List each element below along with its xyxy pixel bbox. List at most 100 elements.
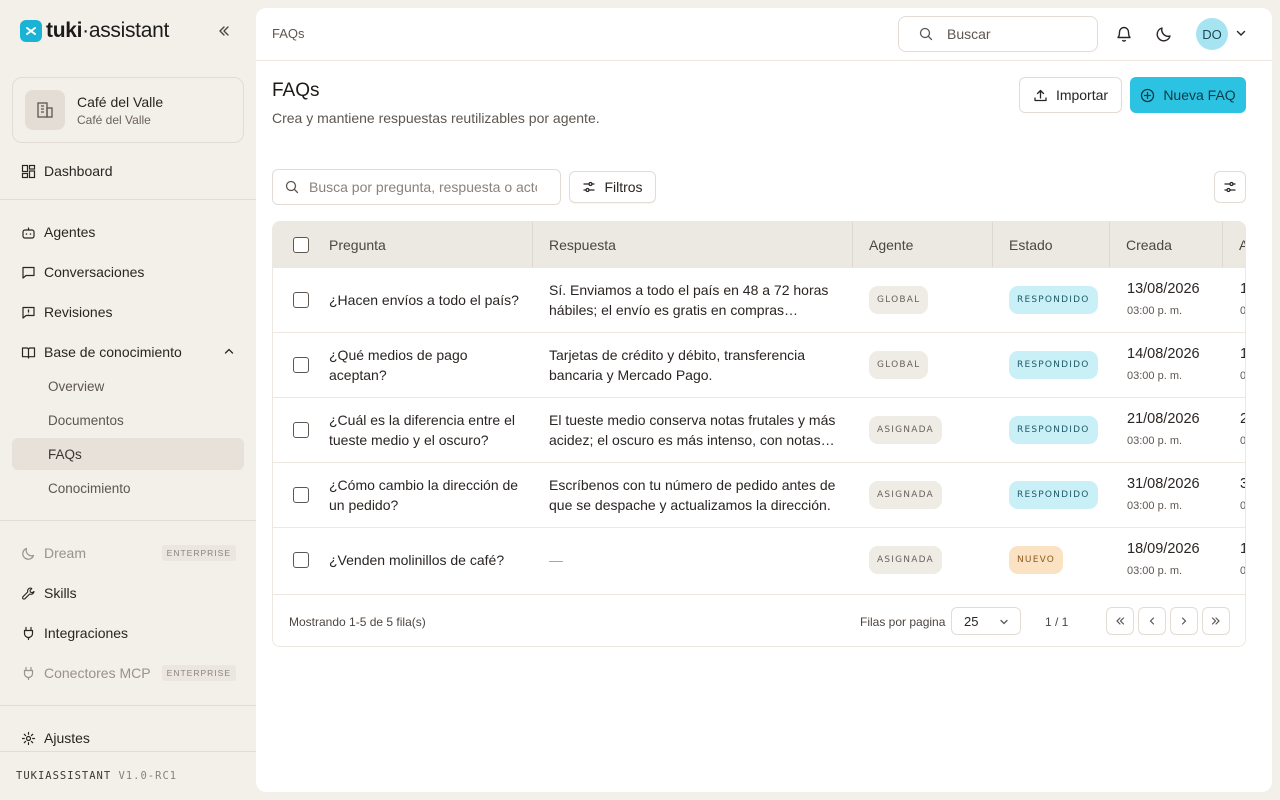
nav-kb-overview[interactable]: Overview: [12, 370, 244, 402]
breadcrumb[interactable]: FAQs: [272, 26, 305, 41]
nav-conversations[interactable]: Conversaciones: [12, 256, 244, 288]
plus-circle-icon: [1141, 88, 1155, 102]
table-row[interactable]: ¿Cuál es la diferencia entre el tueste m…: [273, 397, 1245, 462]
nav-knowledge-base[interactable]: Base de conocimiento: [12, 336, 244, 368]
column-header-created[interactable]: Creada: [1110, 222, 1223, 267]
nav-kb-documents[interactable]: Documentos: [12, 404, 244, 436]
nav-dashboard-label: Dashboard: [44, 163, 113, 179]
agent-badge: GLOBAL: [869, 286, 929, 314]
top-bar: FAQs Buscar DO: [256, 8, 1272, 61]
bell-icon: [1117, 26, 1131, 42]
column-header-agent[interactable]: Agente: [853, 222, 993, 267]
gear-icon: [20, 730, 36, 746]
page-indicator: 1 / 1: [1045, 615, 1069, 629]
row-checkbox[interactable]: [293, 552, 309, 568]
notifications-button[interactable]: [1114, 24, 1134, 44]
brand-name: tuki·assistant: [46, 19, 170, 42]
created-cell: 21/08/2026 03:00 p. m.: [1127, 411, 1200, 447]
status-badge: RESPONDIDO: [1009, 416, 1098, 444]
column-header-answer[interactable]: Respuesta: [533, 222, 853, 267]
rows-per-page-select[interactable]: 25: [951, 607, 1021, 635]
nav-mcp-connectors[interactable]: Conectores MCP ENTERPRISE: [12, 657, 244, 689]
table-row[interactable]: ¿Venden molinillos de café? — ASIGNADA NUEV…: [273, 527, 1245, 592]
first-page-button[interactable]: [1106, 607, 1134, 635]
answer-cell: Escríbenos con tu número de pedido antes…: [549, 477, 836, 513]
nav-conversations-label: Conversaciones: [44, 264, 145, 280]
agent-badge: ASIGNADA: [869, 481, 942, 509]
brand-logo[interactable]: tuki·assistant: [20, 19, 169, 43]
rows-count: Mostrando 1-5 de 5 fila(s): [289, 615, 426, 629]
column-header-status[interactable]: Estado: [993, 222, 1110, 267]
faq-search: [272, 169, 561, 205]
agent-cell: ASIGNADA: [869, 528, 942, 592]
search-icon: [285, 180, 299, 194]
page-title: FAQs: [272, 80, 320, 101]
nav-integrations[interactable]: Integraciones: [12, 617, 244, 649]
nav-dream[interactable]: Dream ENTERPRISE: [12, 537, 244, 569]
status-badge: RESPONDIDO: [1009, 286, 1098, 314]
table-header: Pregunta Respuesta Agente Estado Creada …: [273, 222, 1245, 267]
plug-icon: [20, 665, 36, 681]
chevron-down-icon[interactable]: [1234, 26, 1248, 43]
answer-cell: Tarjetas de crédito y débito, transferen…: [549, 347, 806, 383]
row-checkbox[interactable]: [293, 487, 309, 503]
sidebar-divider: [0, 199, 256, 200]
table-row[interactable]: ¿Cómo cambio la dirección de un pedido? E…: [273, 462, 1245, 527]
nav-agents-label: Agentes: [44, 224, 96, 240]
question-cell: ¿Cuál es la diferencia entre el tueste m…: [329, 412, 515, 448]
faq-search-input[interactable]: [309, 179, 537, 195]
sliders-icon: [1224, 181, 1236, 193]
last-page-button[interactable]: [1202, 607, 1230, 635]
new-faq-button[interactable]: Nueva FAQ: [1130, 77, 1246, 113]
status-cell: RESPONDIDO: [1009, 333, 1098, 397]
moon-icon: [1156, 27, 1171, 42]
table-row[interactable]: ¿Qué medios de pago aceptan? Tarjetas de …: [273, 332, 1245, 397]
global-search[interactable]: Buscar: [898, 16, 1098, 52]
answer-cell: —: [549, 552, 563, 568]
column-header-question[interactable]: Pregunta: [273, 222, 533, 267]
theme-toggle-button[interactable]: [1154, 24, 1174, 44]
message-alert-icon: [20, 304, 36, 320]
nav-knowledge-base-label: Base de conocimiento: [44, 344, 182, 360]
question-cell: ¿Hacen envíos a todo el país?: [329, 292, 519, 308]
table-row[interactable]: ¿Hacen envíos a todo el país? Sí. Enviamo…: [273, 267, 1245, 332]
upload-icon: [1034, 89, 1047, 101]
brand-logo-icon: [20, 20, 42, 42]
table-footer: Mostrando 1-5 de 5 fila(s) Filas por pag…: [273, 594, 1245, 646]
status-cell: RESPONDIDO: [1009, 398, 1098, 462]
faq-table: Pregunta Respuesta Agente Estado Creada …: [272, 221, 1246, 647]
next-page-button[interactable]: [1170, 607, 1198, 635]
nav-skills[interactable]: Skills: [12, 577, 244, 609]
enterprise-badge: ENTERPRISE: [161, 665, 236, 681]
chevron-down-icon: [998, 616, 1010, 631]
previous-page-button[interactable]: [1138, 607, 1166, 635]
row-checkbox[interactable]: [293, 357, 309, 373]
status-badge: RESPONDIDO: [1009, 351, 1098, 379]
nav-integrations-label: Integraciones: [44, 625, 129, 641]
row-checkbox[interactable]: [293, 292, 309, 308]
chevron-left-icon: [1149, 617, 1155, 625]
question-cell: ¿Cómo cambio la dirección de un pedido?: [329, 477, 519, 513]
nav-mcp-label: Conectores MCP: [44, 665, 151, 681]
nav-agents[interactable]: Agentes: [12, 216, 244, 248]
column-settings-button[interactable]: [1214, 171, 1246, 203]
nav-dashboard[interactable]: Dashboard: [12, 155, 244, 187]
agent-badge: GLOBAL: [869, 351, 929, 379]
nav-reviews[interactable]: Revisiones: [12, 296, 244, 328]
answer-cell: Sí. Enviamos a todo el país en 48 a 72 h…: [549, 282, 829, 318]
nav-settings-label: Ajustes: [44, 730, 90, 746]
nav-settings[interactable]: Ajustes: [12, 722, 244, 754]
filters-button[interactable]: Filtros: [569, 171, 656, 203]
search-icon: [919, 27, 933, 41]
column-header-extra[interactable]: A: [1223, 222, 1245, 267]
collapse-sidebar-button[interactable]: [214, 21, 234, 41]
nav-kb-faqs[interactable]: FAQs: [12, 438, 244, 470]
org-name: Café del Valle: [77, 93, 164, 110]
org-switcher[interactable]: Café del Valle Café del Valle: [12, 77, 244, 143]
chevrons-right-icon: [1211, 617, 1220, 625]
import-button[interactable]: Importar: [1019, 77, 1122, 113]
select-all-checkbox[interactable]: [293, 237, 309, 253]
row-checkbox[interactable]: [293, 422, 309, 438]
nav-kb-knowledge[interactable]: Conocimiento: [12, 472, 244, 504]
user-avatar[interactable]: DO: [1196, 18, 1228, 50]
